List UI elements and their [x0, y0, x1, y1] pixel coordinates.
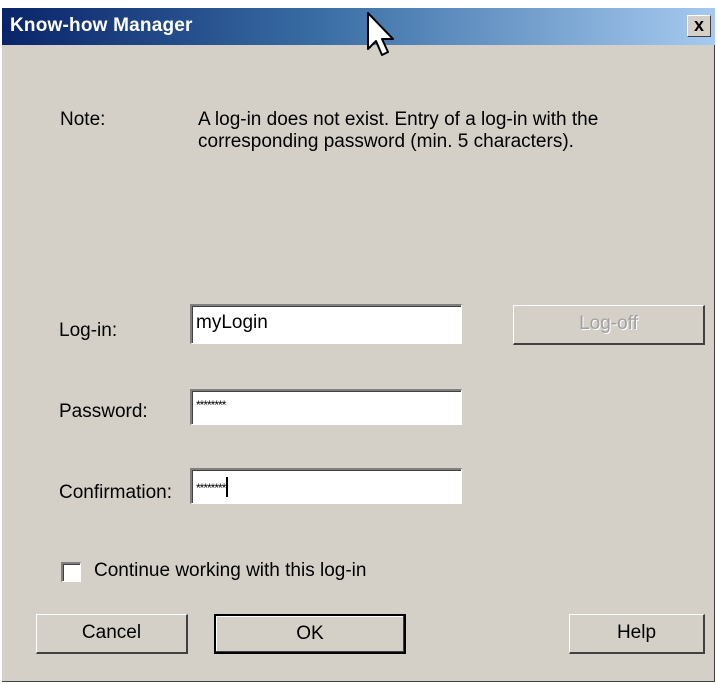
- help-button[interactable]: Help: [569, 614, 705, 654]
- close-icon: x: [693, 15, 704, 35]
- confirmation-input[interactable]: ********: [190, 468, 462, 504]
- title-bar[interactable]: Know-how Manager x: [2, 8, 715, 45]
- mouse-pointer-icon: [367, 12, 394, 56]
- note-message: A log-in does not exist. Entry of a log-…: [198, 109, 599, 152]
- continue-working-label[interactable]: Continue working with this log-in: [94, 560, 366, 582]
- know-how-manager-dialog: Know-how Manager x Note: A log-in does n…: [2, 8, 715, 682]
- note-label: Note:: [60, 109, 106, 130]
- confirmation-label: Confirmation:: [59, 482, 172, 503]
- password-input[interactable]: ********: [190, 389, 462, 425]
- login-input[interactable]: myLogin: [190, 304, 462, 344]
- password-label: Password:: [59, 401, 148, 422]
- text-caret: [226, 477, 229, 497]
- cancel-button[interactable]: Cancel: [36, 614, 188, 654]
- continue-working-checkbox[interactable]: [61, 562, 81, 582]
- confirmation-value: ********: [196, 481, 226, 495]
- login-label: Log-in:: [59, 320, 118, 341]
- log-off-button[interactable]: Log-off: [513, 305, 705, 345]
- window-title: Know-how Manager: [10, 15, 193, 36]
- close-button[interactable]: x: [687, 15, 711, 37]
- ok-button[interactable]: OK: [214, 614, 406, 654]
